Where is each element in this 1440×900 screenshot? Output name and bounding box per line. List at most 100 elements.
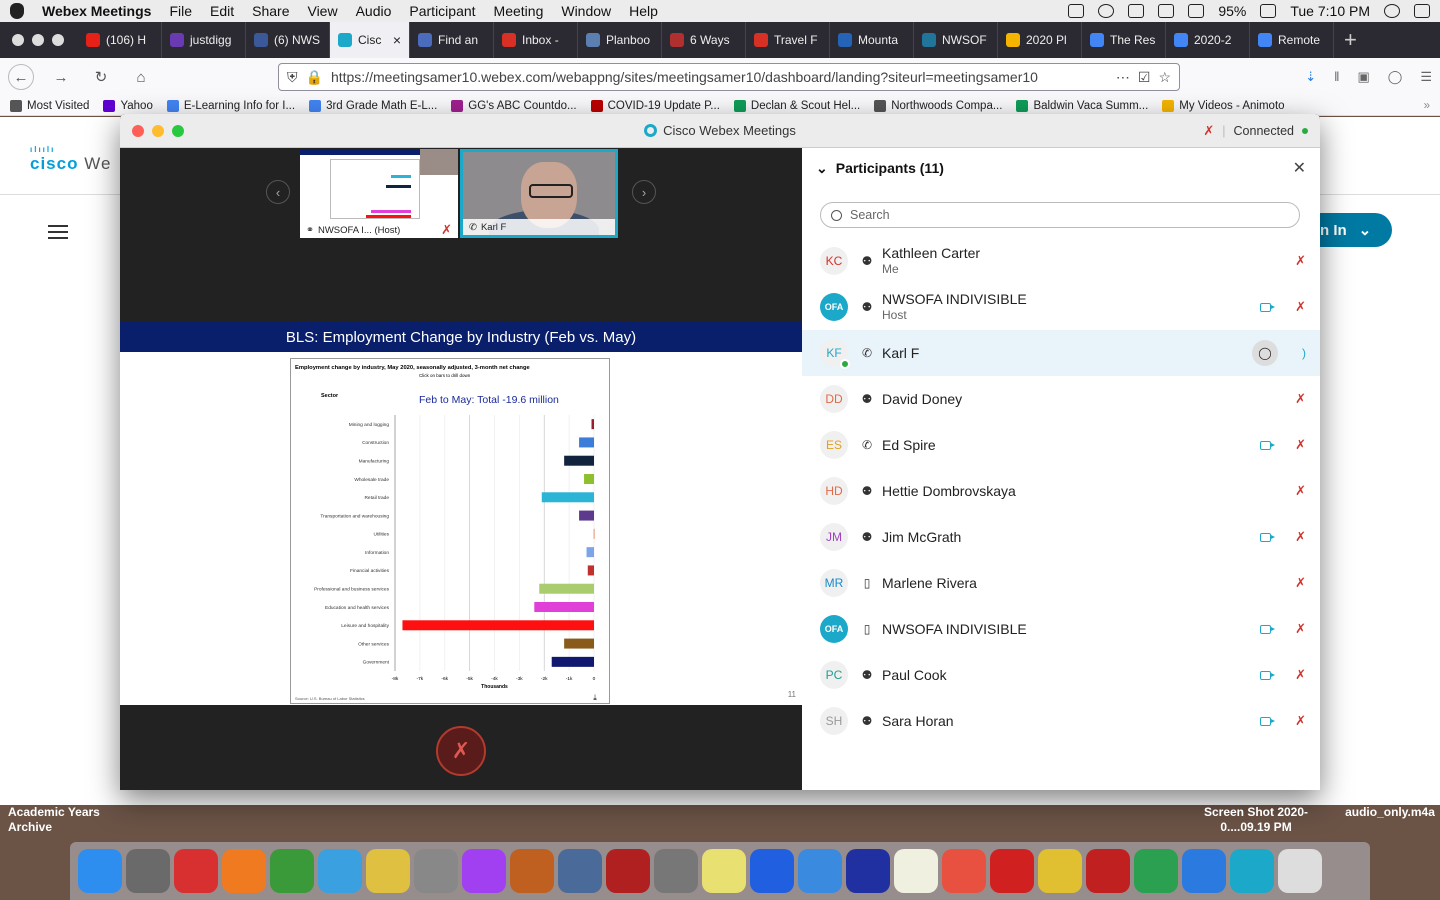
mic-muted-icon[interactable]: ✗ — [1295, 529, 1306, 545]
bar[interactable] — [402, 620, 594, 631]
dock-app-icon[interactable] — [894, 849, 938, 893]
more-options-icon[interactable]: ) — [1302, 346, 1306, 360]
dock-app-icon[interactable] — [222, 849, 266, 893]
bar[interactable] — [584, 474, 594, 484]
bookmark-star-icon[interactable]: ☆ — [1158, 69, 1171, 86]
dock-app-icon[interactable] — [1230, 849, 1274, 893]
close-panel-button[interactable]: ✕ — [1293, 158, 1306, 178]
dock-app-icon[interactable] — [1278, 849, 1322, 893]
webex-status-icon[interactable] — [1068, 4, 1085, 18]
participant-row[interactable]: KC ⚉ Kathleen Carter Me ✗ — [802, 238, 1320, 284]
battery-icon[interactable] — [1260, 4, 1277, 18]
bookmark-item[interactable]: Yahoo — [103, 99, 153, 112]
bookmark-item[interactable]: 3rd Grade Math E-L... — [309, 99, 437, 112]
bar[interactable] — [579, 437, 594, 448]
desktop-folder-label[interactable]: Academic Years Archive — [8, 805, 118, 835]
menu-view[interactable]: View — [307, 3, 337, 19]
dock-app-icon[interactable] — [750, 849, 794, 893]
participant-row[interactable]: SH ⚉ Sara Horan ✗ — [802, 698, 1320, 744]
shield-icon[interactable]: ⛨ — [287, 69, 298, 86]
participant-row[interactable]: OFA ⚉ NWSOFA INDIVISIBLE Host ✗ — [802, 284, 1320, 330]
downloads-icon[interactable]: ⇣ — [1305, 69, 1316, 85]
chat-icon[interactable]: ◯ — [1252, 340, 1278, 366]
participant-row[interactable]: DD ⚉ David Doney ✗ — [802, 376, 1320, 422]
apple-icon[interactable] — [10, 3, 24, 19]
volume-icon[interactable] — [1188, 4, 1205, 18]
thumb-karl-video[interactable]: ✆ Karl F — [460, 149, 618, 238]
dock-app-icon[interactable] — [798, 849, 842, 893]
forward-button[interactable]: → — [48, 64, 74, 90]
participant-row[interactable]: OFA ▯ NWSOFA INDIVISIBLE ✗ — [802, 606, 1320, 652]
participant-row[interactable]: ES ✆ Ed Spire ✗ — [802, 422, 1320, 468]
browser-tab[interactable]: 2020-2 — [1166, 22, 1250, 58]
wifi-icon[interactable] — [1158, 4, 1175, 18]
bar[interactable] — [591, 419, 594, 430]
mic-muted-icon[interactable]: ✗ — [1295, 253, 1306, 269]
menu-file[interactable]: File — [169, 3, 192, 19]
bookmark-item[interactable]: GG's ABC Countdo... — [451, 99, 577, 112]
desktop-screenshot-label[interactable]: Screen Shot 2020-0....09.19 PM — [1196, 805, 1316, 835]
menu-share[interactable]: Share — [252, 3, 289, 19]
minimize-window-button[interactable] — [32, 34, 44, 46]
page-actions-icon[interactable]: ⋯ — [1116, 69, 1130, 86]
dock-app-icon[interactable] — [510, 849, 554, 893]
pocket-icon[interactable]: ☑ — [1138, 69, 1151, 86]
bookmark-item[interactable]: Northwoods Compa... — [874, 99, 1002, 112]
browser-tab[interactable]: 2020 Pl — [998, 22, 1082, 58]
close-tab-icon[interactable]: × — [393, 32, 401, 48]
bar[interactable] — [564, 455, 594, 466]
menu-participant[interactable]: Participant — [409, 3, 475, 19]
dock-app-icon[interactable] — [606, 849, 650, 893]
dock-app-icon[interactable] — [1086, 849, 1130, 893]
home-button[interactable]: ⌂ — [128, 64, 154, 90]
sidebar-icon[interactable]: ▣ — [1357, 69, 1369, 85]
spotlight-icon[interactable] — [1384, 4, 1400, 18]
mic-muted-icon[interactable]: ✗ — [1295, 437, 1306, 453]
browser-tab[interactable]: Remote — [1250, 22, 1334, 58]
dock-app-icon[interactable] — [270, 849, 314, 893]
url-bar[interactable]: ⛨ 🔒 https://meetingsamer10.webex.com/web… — [278, 63, 1180, 91]
participant-row[interactable]: MR ▯ Marlene Rivera ✗ — [802, 560, 1320, 606]
dock-app-icon[interactable] — [462, 849, 506, 893]
participant-row[interactable]: HD ⚉ Hettie Dombrovskaya ✗ — [802, 468, 1320, 514]
dock-app-icon[interactable] — [942, 849, 986, 893]
reload-button[interactable]: ↻ — [88, 64, 114, 90]
bar[interactable] — [593, 528, 595, 539]
bar[interactable] — [579, 510, 594, 521]
dock-app-icon[interactable] — [846, 849, 890, 893]
dock-app-icon[interactable] — [1038, 849, 1082, 893]
bar[interactable] — [534, 602, 594, 612]
bar[interactable] — [551, 656, 594, 667]
dock-app-icon[interactable] — [126, 849, 170, 893]
dock-app-icon[interactable] — [318, 849, 362, 893]
browser-tab[interactable]: Find an — [410, 22, 494, 58]
bar[interactable] — [587, 565, 594, 576]
dock-app-icon[interactable] — [990, 849, 1034, 893]
mic-muted-icon[interactable]: ✗ — [1295, 391, 1306, 407]
thumb-host-share[interactable]: ⚭ NWSOFA I... (Host) ✗ — [300, 149, 458, 238]
notification-center-icon[interactable] — [1414, 4, 1430, 18]
browser-tab[interactable]: justdigg — [162, 22, 246, 58]
bookmark-item[interactable]: My Videos - Animoto — [1162, 99, 1285, 112]
bluetooth-icon[interactable] — [1128, 4, 1145, 18]
bookmark-item[interactable]: COVID-19 Update P... — [590, 99, 720, 112]
new-tab-button[interactable]: + — [1344, 27, 1357, 53]
mic-muted-icon[interactable]: ✗ — [1295, 575, 1306, 591]
menu-edit[interactable]: Edit — [210, 3, 234, 19]
cisco-logo[interactable]: ılıılı cisco We — [30, 145, 111, 174]
participant-row[interactable]: JM ⚉ Jim McGrath ✗ — [802, 514, 1320, 560]
prev-thumbs-button[interactable]: ‹ — [266, 180, 290, 204]
mic-muted-icon[interactable]: ✗ — [1295, 713, 1306, 729]
dock-app-icon[interactable] — [366, 849, 410, 893]
bookmark-item[interactable]: Baldwin Vaca Summ... — [1016, 99, 1148, 112]
bookmarks-overflow-icon[interactable]: » — [1424, 100, 1430, 112]
bar[interactable] — [539, 583, 594, 594]
menu-app-name[interactable]: Webex Meetings — [42, 3, 151, 19]
participant-search-input[interactable]: Search — [820, 202, 1300, 228]
library-icon[interactable]: ‖ — [1334, 69, 1339, 85]
dock-app-icon[interactable] — [174, 849, 218, 893]
unmute-button[interactable]: ✗ — [436, 726, 486, 776]
bookmark-item[interactable]: E-Learning Info for I... — [166, 99, 295, 112]
hamburger-menu-icon[interactable] — [48, 225, 68, 239]
dock-app-icon[interactable] — [702, 849, 746, 893]
